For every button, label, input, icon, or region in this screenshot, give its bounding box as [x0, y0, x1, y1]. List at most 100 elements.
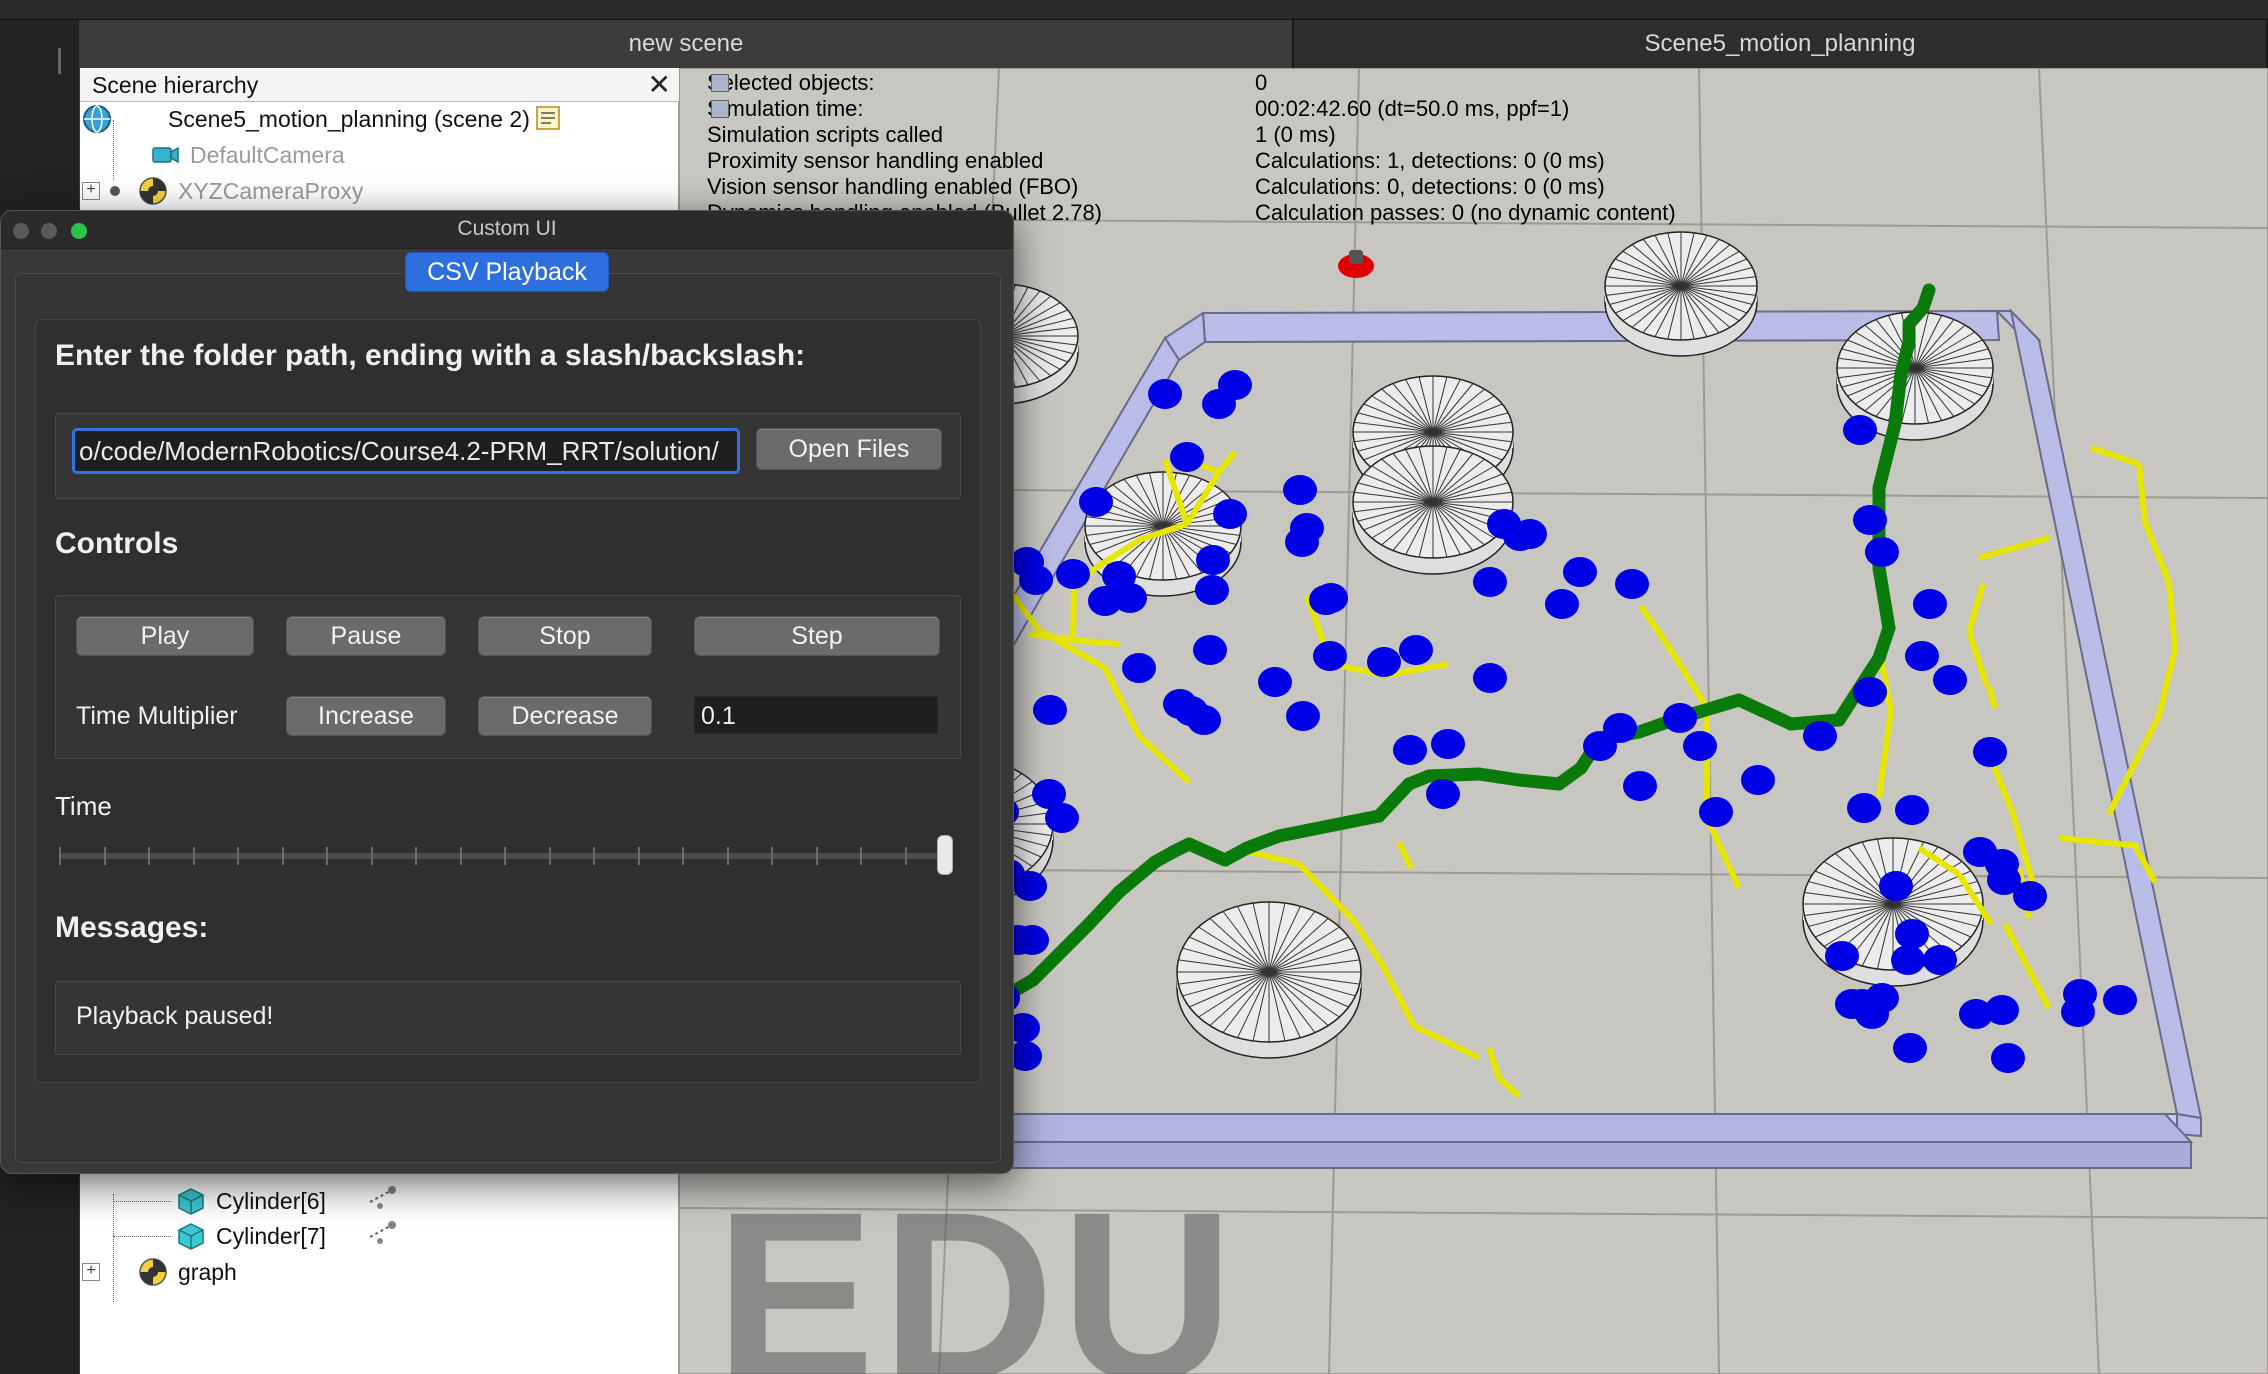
roadmap-node [1913, 589, 1947, 619]
script-icon[interactable] [534, 104, 564, 134]
sim-info-label: Vision sensor handling enabled (FBO) [707, 174, 1079, 199]
roadmap-node [1545, 589, 1579, 619]
time-multiplier-label: Time Multiplier [76, 702, 238, 730]
expand-icon[interactable]: + [82, 182, 100, 200]
roadmap-node [1313, 641, 1347, 671]
roadmap-node [1991, 1043, 2025, 1073]
tab-csv-playback[interactable]: CSV Playback [405, 252, 609, 292]
tree-item-default-camera[interactable]: DefaultCamera [150, 138, 345, 172]
roadmap-node [1843, 415, 1877, 445]
pause-button[interactable]: Pause [286, 616, 446, 656]
roadmap-node [1615, 569, 1649, 599]
visibility-dot-icon [110, 186, 120, 196]
camera-icon [150, 140, 180, 170]
tree-item-label: Scene5_motion_planning (scene 2) [168, 105, 530, 132]
roadmap-node [1895, 795, 1929, 825]
close-icon[interactable]: ✕ [648, 68, 671, 101]
sim-info-row: Vision sensor handling enabled (FBO) Calc… [707, 174, 1676, 200]
roadmap-node [1623, 771, 1657, 801]
slider-tick [103, 847, 106, 865]
slider-tick [370, 847, 373, 865]
roadmap-node [1148, 379, 1182, 409]
slider-tick [237, 847, 239, 865]
tree-item-cylinder-7[interactable]: Cylinder[7] [176, 1219, 398, 1253]
folder-path-input[interactable]: o/code/ModernRobotics/Course4.2-PRM_RRT/… [72, 428, 740, 474]
info-toggle-icon[interactable] [711, 100, 729, 118]
tree-line [113, 1236, 171, 1237]
roadmap-node [1079, 487, 1113, 517]
time-slider[interactable] [59, 835, 959, 875]
roadmap-edge [1072, 637, 1120, 647]
cube-icon [176, 1186, 206, 1216]
roadmap-node [1923, 945, 1957, 975]
roadmap-node [1741, 765, 1775, 795]
stop-button[interactable]: Stop [478, 616, 652, 656]
roadmap-node [1431, 729, 1465, 759]
messages-heading: Messages: [55, 911, 209, 944]
roadmap-node [1699, 797, 1733, 827]
roadmap-node [1283, 475, 1317, 505]
open-files-button[interactable]: Open Files [756, 428, 942, 470]
roadmap-node [1865, 537, 1899, 567]
roadmap-node [1933, 665, 1967, 695]
roadmap-node [1193, 635, 1227, 665]
slider-tick [59, 847, 61, 865]
sim-info-value: Calculation passes: 0 (no dynamic conten… [1255, 200, 1676, 225]
roadmap-node [1367, 647, 1401, 677]
increase-button[interactable]: Increase [286, 696, 446, 736]
roadmap-node [1985, 995, 2019, 1025]
sim-info-row: Proximity sensor handling enabled Calcula… [707, 148, 1676, 174]
roadmap-node [1825, 941, 1859, 971]
scene-hierarchy-title: Scene hierarchy [92, 72, 259, 98]
tree-item-cylinder-6[interactable]: Cylinder[6] [176, 1184, 398, 1218]
sim-info-value: 1 (0 ms) [1255, 122, 1336, 147]
roadmap-node [1045, 803, 1079, 833]
roadmap-node [1853, 505, 1887, 535]
slider-tick [192, 847, 195, 865]
cylinder-obstacle [1604, 231, 1758, 357]
sidebar-marker [58, 48, 61, 74]
play-button[interactable]: Play [76, 616, 254, 656]
sim-info-value: 0 [1255, 70, 1268, 95]
sim-info-label: Proximity sensor handling enabled [707, 148, 1044, 173]
link-icon [366, 1219, 398, 1253]
info-toggle-icon[interactable] [711, 74, 729, 92]
roadmap-node [1895, 919, 1929, 949]
time-multiplier-input[interactable]: 0.1 [694, 696, 938, 734]
folder-path-group: o/code/ModernRobotics/Course4.2-PRM_RRT/… [55, 413, 961, 499]
roadmap-node [1013, 871, 1047, 901]
tree-item-graph[interactable]: + graph [82, 1255, 237, 1289]
path-segment [1888, 367, 1908, 431]
roadmap-node [1015, 925, 1049, 955]
slider-tick [815, 847, 818, 865]
window-titlebar[interactable]: Custom UI [1, 211, 1013, 249]
roadmap-node [1603, 713, 1637, 743]
expand-icon[interactable]: + [82, 1263, 100, 1281]
time-slider-handle[interactable] [937, 835, 953, 875]
slider-tick [326, 847, 328, 865]
tab-scene5-motion-planning[interactable]: Scene5_motion_planning [1294, 20, 2268, 68]
roadmap-node [2013, 881, 2047, 911]
decrease-button[interactable]: Decrease [478, 696, 652, 736]
slider-tick [904, 847, 907, 865]
roadmap-node [1563, 557, 1597, 587]
sim-info-row: Simulation time: 00:02:42.60 (dt=50.0 ms,… [707, 96, 1676, 122]
step-button[interactable]: Step [694, 616, 940, 656]
sim-info-value: Calculations: 1, detections: 0 (0 ms) [1255, 148, 1605, 173]
roadmap-node [1985, 849, 2019, 879]
slider-tick [281, 847, 284, 865]
time-label: Time [55, 791, 112, 821]
messages-box: Playback paused! [55, 981, 961, 1055]
sim-info-row: Simulation scripts called 1 (0 ms) [707, 122, 1676, 148]
sim-info-label: Simulation scripts called [707, 122, 943, 147]
path-segment [1422, 767, 1486, 783]
roadmap-edge [1070, 583, 1077, 641]
slider-tick [415, 847, 417, 865]
slider-tick [726, 847, 729, 865]
roadmap-node [1258, 667, 1292, 697]
tree-item-scene[interactable]: Scene5_motion_planning (scene 2) [82, 102, 574, 136]
tree-item-xyz-camera-proxy[interactable]: + XYZCameraProxy [82, 174, 363, 208]
tab-new-scene[interactable]: new scene [80, 20, 1294, 68]
folder-path-heading: Enter the folder path, ending with a sla… [55, 339, 806, 372]
tree-item-label: XYZCameraProxy [178, 177, 364, 204]
